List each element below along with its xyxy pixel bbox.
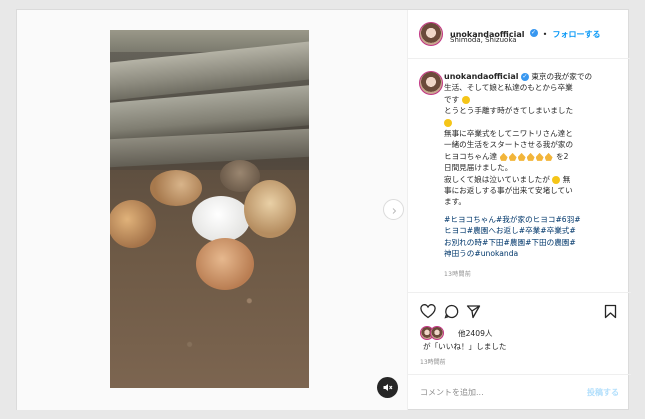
chick-emoji — [526, 152, 535, 161]
chick — [150, 170, 202, 206]
caption-text: unokandaofficial ✓ 東京の我が家での 生活、そして娘と私達のも… — [444, 71, 624, 280]
bookmark-icon[interactable] — [604, 304, 617, 323]
chick-emoji — [499, 152, 508, 161]
avatar[interactable] — [419, 22, 443, 46]
caption-area: unokandaofficial ✓ 東京の我が家での 生活、そして娘と私達のも… — [408, 59, 631, 285]
heart-icon[interactable] — [420, 304, 436, 323]
chick — [192, 196, 250, 242]
hashtag-line[interactable]: #ヒヨコちゃん#我が家のヒヨコ#6羽# — [444, 215, 581, 224]
verified-badge-icon: ✓ — [520, 73, 529, 81]
crying-face-emoji — [461, 95, 470, 104]
post-photo[interactable] — [110, 30, 309, 388]
comment-icon[interactable] — [444, 304, 459, 323]
location-link[interactable]: Shimoda, Shizuoka — [450, 36, 517, 44]
speaker-muted-icon — [382, 378, 393, 397]
divider — [408, 292, 631, 293]
chevron-right-icon — [390, 200, 398, 219]
avatar[interactable] — [430, 326, 444, 340]
caption-line: ヒヨコちゃん達 — [444, 151, 498, 161]
caption-line: 生活、そして娘と私達のもとから卒業 — [444, 83, 573, 93]
avatar[interactable] — [419, 71, 443, 95]
hashtag-line[interactable]: ヒヨコ#農園へお返し#卒業#卒業式# — [444, 226, 576, 235]
next-media-button[interactable] — [383, 199, 404, 220]
post-sidebar: unokandaofficial ✓ • フォローする Shimoda, Shi… — [407, 10, 631, 410]
hashtag-line[interactable]: 神田うの#unokanda — [444, 249, 518, 258]
add-comment-bar: コメントを追加... 投稿する — [408, 374, 631, 410]
crying-face-emoji — [444, 118, 452, 127]
caption-line: 無事に卒業式をしてニワトリさん達と — [444, 129, 573, 139]
crying-face-emoji — [552, 175, 561, 184]
verified-badge-icon: ✓ — [529, 28, 538, 37]
chick-emoji — [535, 152, 544, 161]
post-comment-button[interactable]: 投稿する — [587, 387, 619, 398]
action-bar — [408, 299, 631, 329]
caption-line: です — [444, 94, 460, 104]
caption-line: 日間見届けました。 — [444, 163, 513, 173]
hashtag-line[interactable]: お別れの時#下田#農園#下田の農園# — [444, 238, 576, 247]
follow-button[interactable]: フォローする — [552, 30, 600, 39]
caption-line: 一緒の生活をスタートさせる我が家の — [444, 140, 574, 150]
chick — [110, 200, 156, 248]
chick — [196, 238, 254, 290]
paper-plane-icon[interactable] — [466, 304, 481, 323]
caption-line: ます。 — [444, 197, 467, 207]
chick-emoji — [508, 152, 517, 161]
separator-dot: • — [542, 30, 548, 39]
post-card: unokandaofficial ✓ • フォローする Shimoda, Shi… — [16, 9, 631, 410]
post-timestamp[interactable]: 13時間前 — [420, 357, 446, 366]
chick-emoji — [517, 152, 526, 161]
mute-toggle-button[interactable] — [377, 377, 398, 398]
caption-line: 事にお返しする事が出来て安堵してい — [444, 186, 573, 196]
caption-line: 東京の我が家での — [531, 72, 593, 81]
caption-line: 寂しくて娘は泣いていましたが — [444, 174, 550, 184]
comment-input[interactable]: コメントを追加... — [420, 387, 484, 398]
caption-timestamp: 13時間前 — [444, 270, 472, 278]
caption-username[interactable]: unokandaofficial — [444, 72, 518, 81]
caption-line: とうとう手離す時がきてしまいました — [444, 106, 574, 116]
likes-suffix: が「いいね！」しました — [423, 342, 507, 351]
chick — [244, 180, 296, 238]
likes-count[interactable]: 他2409人 — [458, 328, 493, 339]
caption-line: を2 — [556, 151, 569, 161]
post-header: unokandaofficial ✓ • フォローする Shimoda, Shi… — [408, 10, 630, 59]
chick-emoji — [544, 152, 553, 161]
caption-line: 無 — [562, 174, 571, 184]
post-media — [17, 10, 407, 410]
